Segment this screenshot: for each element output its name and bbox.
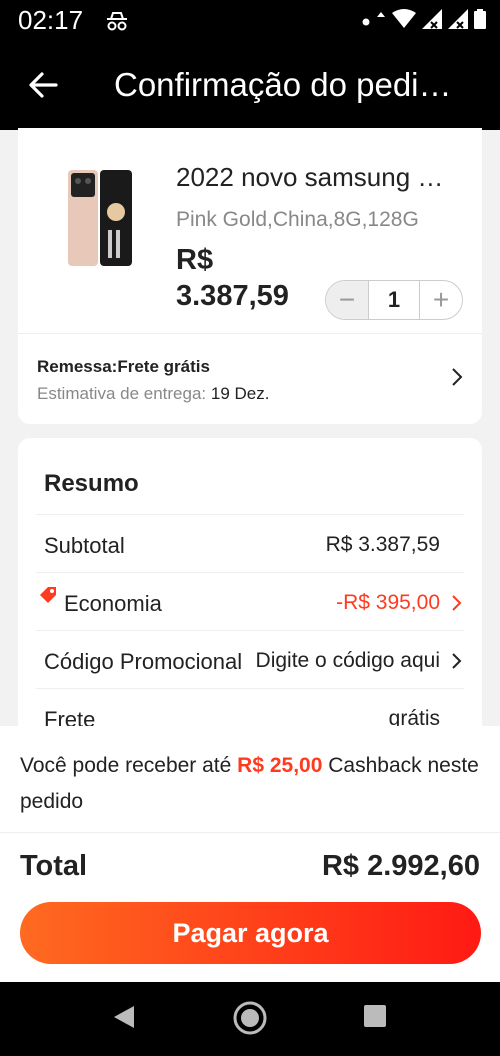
- promo-code-input[interactable]: Digite o código aqui: [256, 649, 440, 673]
- delivery-label: Estimativa de entrega:: [37, 384, 211, 403]
- dot-icon: [362, 13, 370, 31]
- delivery-date: 19 Dez.: [210, 384, 270, 403]
- page-title: Confirmação do pedi…: [114, 66, 452, 103]
- cashback-amount: R$ 25,00: [237, 754, 323, 777]
- increase-button[interactable]: +: [420, 281, 462, 319]
- cashback-text-pre: Você pode receber até: [20, 754, 238, 777]
- back-arrow-icon[interactable]: [28, 70, 58, 105]
- battery-icon: [474, 9, 486, 34]
- checkout-panel: Você pode receber até R$ 25,00 Cashback …: [0, 726, 500, 982]
- decrease-button[interactable]: −: [326, 281, 368, 319]
- pay-now-button[interactable]: Pagar agora: [20, 902, 481, 964]
- subtotal-value: R$ 3.387,59: [325, 533, 440, 556]
- chevron-right-icon: [450, 652, 462, 675]
- promo-code-row[interactable]: Código Promocional Digite o código aqui: [36, 630, 464, 689]
- summary-card: Resumo Subtotal R$ 3.387,59 Economia -R$…: [18, 438, 482, 738]
- signal-2-icon: [448, 9, 468, 34]
- cashback-notice: Você pode receber até R$ 25,00 Cashback …: [20, 748, 490, 820]
- total-value: R$ 2.992,60: [321, 850, 480, 882]
- shipping-title[interactable]: Remessa:Frete grátis: [37, 357, 210, 377]
- tag-icon: [38, 585, 58, 612]
- economy-row[interactable]: Economia -R$ 395,00: [36, 572, 464, 631]
- promo-code-label: Código Promocional: [44, 649, 243, 674]
- app-header: Confirmação do pedi…: [0, 42, 500, 130]
- nav-recents-icon[interactable]: [363, 1004, 387, 1033]
- signal-icon: [422, 9, 442, 34]
- divider: [0, 832, 500, 833]
- nav-back-icon[interactable]: [112, 1004, 136, 1035]
- data-arrows-icon: [376, 11, 386, 32]
- chevron-right-icon: [450, 594, 462, 617]
- quantity-stepper: − 1 +: [325, 280, 463, 320]
- summary-title: Resumo: [44, 470, 139, 497]
- nav-home-icon[interactable]: [232, 1000, 268, 1041]
- product-card: 2022 novo samsung … Pink Gold,China,8G,1…: [18, 128, 482, 424]
- product-image[interactable]: [68, 170, 132, 266]
- subtotal-row: Subtotal R$ 3.387,59: [36, 514, 464, 573]
- divider: [18, 333, 482, 334]
- product-price: 3.387,59: [176, 280, 289, 312]
- incognito-icon: [104, 10, 130, 37]
- product-currency: R$: [176, 244, 214, 276]
- wifi-icon: [392, 9, 416, 34]
- economy-label: Economia: [64, 591, 162, 616]
- status-time: 02:17: [18, 5, 84, 35]
- quantity-value[interactable]: 1: [368, 281, 420, 319]
- status-bar: 02:17: [0, 0, 500, 42]
- subtotal-label: Subtotal: [44, 533, 125, 558]
- product-variant: Pink Gold,China,8G,128G: [176, 208, 419, 231]
- chevron-right-icon[interactable]: [450, 366, 464, 393]
- economy-value: -R$ 395,00: [336, 591, 440, 614]
- system-nav-bar: [0, 982, 500, 1056]
- delivery-estimate[interactable]: Estimativa de entrega: 19 Dez.: [37, 384, 269, 404]
- product-name[interactable]: 2022 novo samsung …: [176, 162, 443, 193]
- total-label: Total: [20, 850, 88, 882]
